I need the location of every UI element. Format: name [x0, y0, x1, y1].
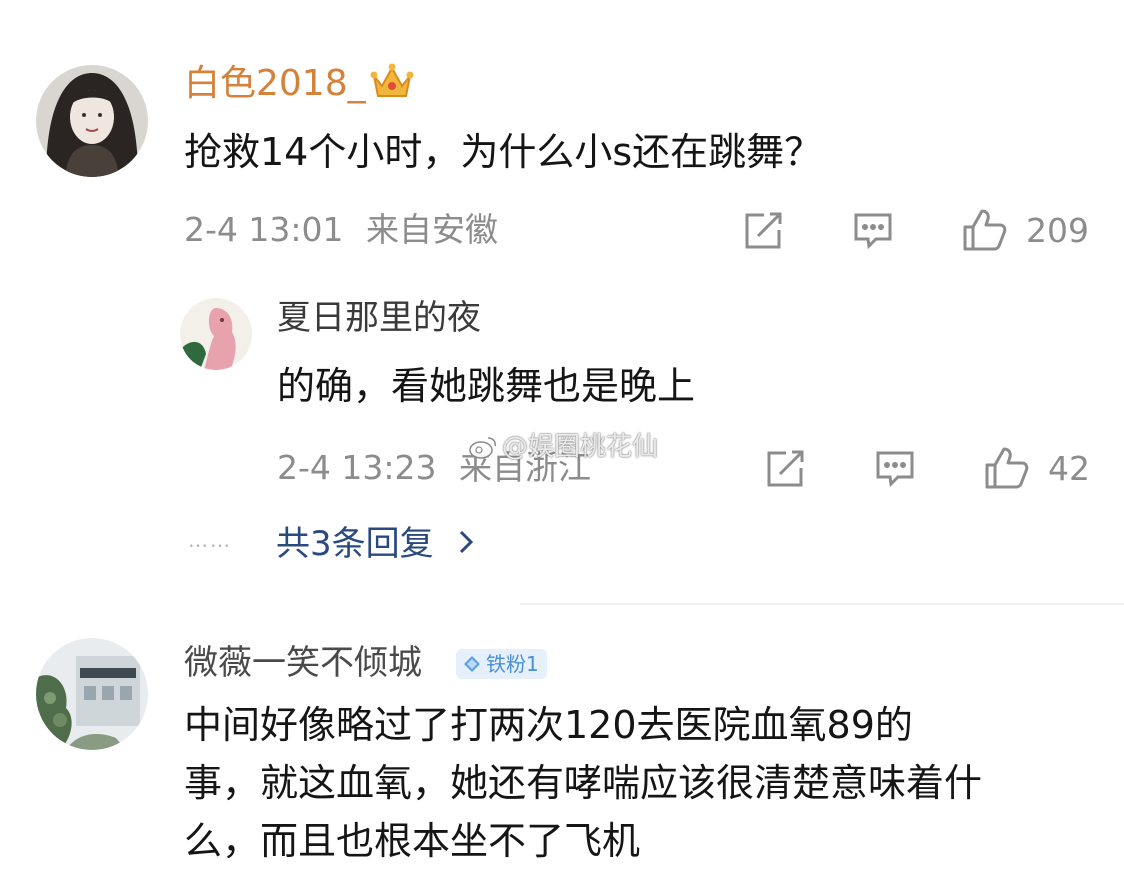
comment-icon[interactable] [874, 448, 916, 490]
diamond-icon [464, 656, 480, 672]
reply-avatar[interactable] [180, 298, 252, 370]
username[interactable]: 白色2018_ [184, 64, 366, 104]
weibo-logo-icon [469, 437, 496, 459]
reply-text: 的确，看她跳舞也是晚上 [277, 364, 696, 408]
comment-text: 中间好像略过了打两次120去医院血氧89的 事，就这血氧，她还有哮喘应该很清楚意… [184, 696, 1094, 870]
building-photo-avatar-icon [36, 638, 148, 750]
reply-username[interactable]: 夏日那里的夜 [277, 298, 481, 338]
comment-text-line: 么，而且也根本坐不了飞机 [184, 819, 641, 863]
comment-text: 抢救14个小时，为什么小s还在跳舞？ [184, 130, 823, 174]
avatar[interactable] [36, 65, 148, 177]
share-icon[interactable] [742, 210, 784, 252]
comment-thread: 白色2018_ 抢救14个小时，为什么小s还在跳舞？ 2-4 13:01 来自安… [0, 0, 1124, 893]
replies-count-label: 共3条回复 [276, 524, 434, 564]
like-count: 42 [1048, 449, 1090, 488]
woman-portrait-avatar-icon [36, 65, 148, 177]
view-more-replies-link[interactable]: 共3条回复 [276, 524, 474, 564]
comment-text-line: 中间好像略过了打两次120去医院血氧89的 [184, 703, 913, 747]
timestamp: 2-4 13:01 [184, 210, 344, 249]
pink-figure-avatar-icon [180, 298, 252, 370]
divider [520, 603, 1124, 605]
username[interactable]: 微薇一笑不倾城 [184, 643, 422, 683]
watermark: @娱圈桃花仙 [468, 430, 658, 464]
location: 来自安徽 [366, 210, 498, 249]
fan-badge[interactable]: 铁粉1 [456, 649, 547, 679]
like-icon[interactable] [962, 207, 1008, 253]
avatar[interactable] [36, 638, 148, 750]
share-icon[interactable] [764, 448, 806, 490]
comment-icon[interactable] [852, 210, 894, 252]
fan-badge-label: 铁粉1 [486, 652, 539, 676]
like-icon[interactable] [984, 445, 1030, 491]
like-count: 209 [1026, 211, 1089, 250]
timestamp: 2-4 13:23 [277, 448, 437, 487]
comment-text-line: 事，就这血氧，她还有哮喘应该很清楚意味着什 [184, 761, 983, 805]
chevron-right-icon [458, 524, 474, 564]
crown-icon [370, 62, 414, 102]
replies-dots: …… [188, 528, 232, 552]
comment-meta: 2-4 13:01 来自安徽 [184, 210, 498, 250]
